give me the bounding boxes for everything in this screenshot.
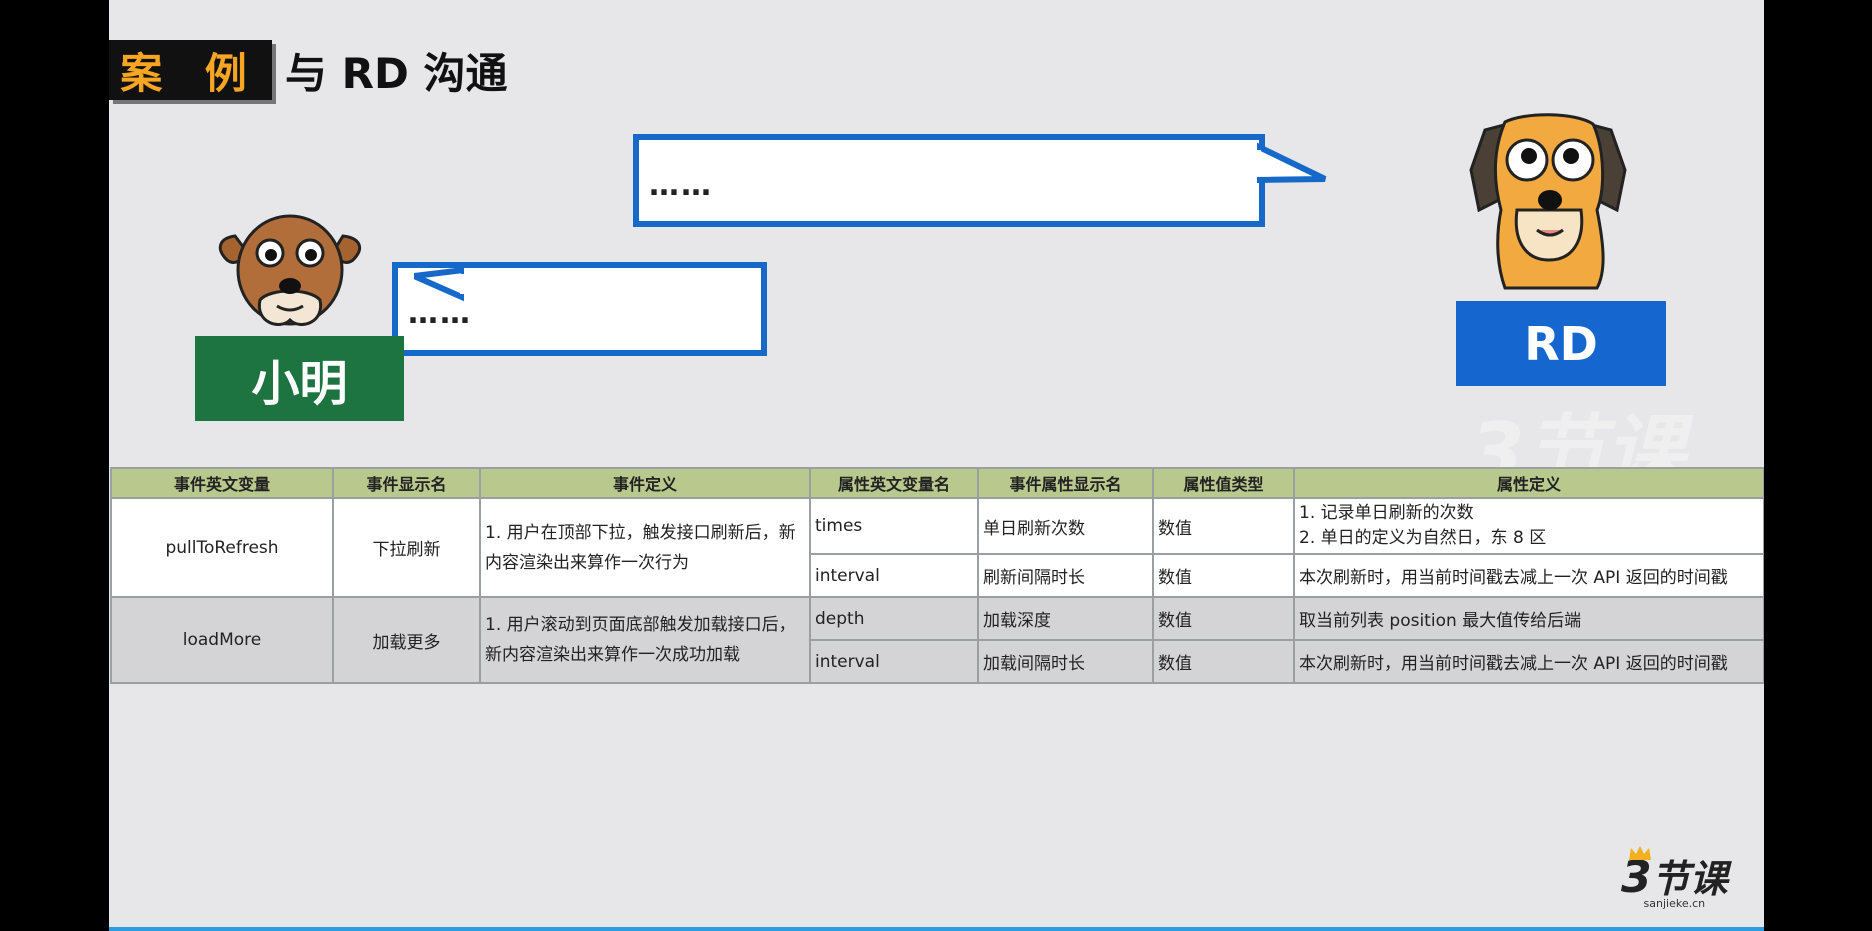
event-name-cell: 加载更多 [332,596,481,684]
col-header: 属性值类型 [1152,467,1295,499]
logo-url: sanjieke.cn [1643,897,1706,910]
prop-definition-cell: 1. 记录单日刷新的次数 2. 单日的定义为自然日，东 8 区 [1293,497,1764,555]
rd-bubble-tail [1257,142,1327,184]
col-header: 属性定义 [1293,467,1764,499]
event-name-cell: 下拉刷新 [332,497,481,598]
case-badge: 案 例 [109,40,272,100]
event-var-cell: loadMore [110,596,334,684]
prop-type-cell: 数值 [1152,497,1295,555]
prop-definition-line: 2. 单日的定义为自然日，东 8 区 [1299,528,1547,548]
col-header: 事件显示名 [332,467,481,499]
prop-definition-line: 1. 记录单日刷新的次数 [1299,503,1474,523]
prop-var-cell: interval [809,553,979,598]
prop-type-cell: 数值 [1152,596,1295,641]
prop-type-cell: 数值 [1152,639,1295,684]
xiaoming-label: 小明 [195,336,404,421]
prop-var-cell: interval [809,639,979,684]
prop-name-cell: 单日刷新次数 [977,497,1154,555]
rd-speech-bubble: …… [633,134,1265,227]
prop-name-cell: 加载深度 [977,596,1154,641]
bottom-accent-line [109,927,1764,931]
slide-title: 与 RD 沟通 [285,48,508,98]
rd-label: RD [1456,301,1666,386]
prop-definition-cell: 本次刷新时，用当前时间戳去减上一次 API 返回的时间戳 [1293,639,1764,684]
col-header: 属性英文变量名 [809,467,979,499]
case-badge-label: 案 例 [120,48,261,98]
sanjieke-logo: 3节课 sanjieke.cn [1621,846,1728,910]
event-definition-cell: 1. 用户在顶部下拉，触发接口刷新后，新内容渲染出来算作一次行为 [479,497,811,598]
event-table: 事件英文变量 事件显示名 事件定义 属性英文变量名 事件属性显示名 属性值类型 … [110,467,1764,684]
col-header: 事件属性显示名 [977,467,1154,499]
prop-definition-cell: 本次刷新时，用当前时间戳去减上一次 API 返回的时间戳 [1293,553,1764,598]
event-definition-cell: 1. 用户滚动到页面底部触发加载接口后，新内容渲染出来算作一次成功加载 [479,596,811,684]
prop-var-cell: times [809,497,979,555]
rd-speech-text: …… [649,168,713,203]
prop-var-cell: depth [809,596,979,641]
col-header: 事件英文变量 [110,467,334,499]
table-row: pullToRefresh 下拉刷新 1. 用户在顶部下拉，触发接口刷新后，新内… [110,497,1764,598]
prop-name-cell: 刷新间隔时长 [977,553,1154,598]
prop-definition-cell: 取当前列表 position 最大值传给后端 [1293,596,1764,641]
slide: 案 例 与 RD 沟通 …… …… 小明 RD 3节课 事件英文变量 事件显示名… [109,0,1764,931]
event-var-cell: pullToRefresh [110,497,334,598]
prop-name-cell: 加载间隔时长 [977,639,1154,684]
rd-dog-avatar [1469,113,1627,290]
crown-icon [1629,846,1651,860]
prop-type-cell: 数值 [1152,553,1295,598]
table-row: loadMore 加载更多 1. 用户滚动到页面底部触发加载接口后，新内容渲染出… [110,596,1764,684]
xiaoming-dog-avatar [218,214,362,326]
col-header: 事件定义 [479,467,811,499]
logo-chars: 节课 [1651,857,1728,901]
table-header-row: 事件英文变量 事件显示名 事件定义 属性英文变量名 事件属性显示名 属性值类型 … [110,467,1764,499]
xiaoming-bubble-tail [414,266,464,302]
